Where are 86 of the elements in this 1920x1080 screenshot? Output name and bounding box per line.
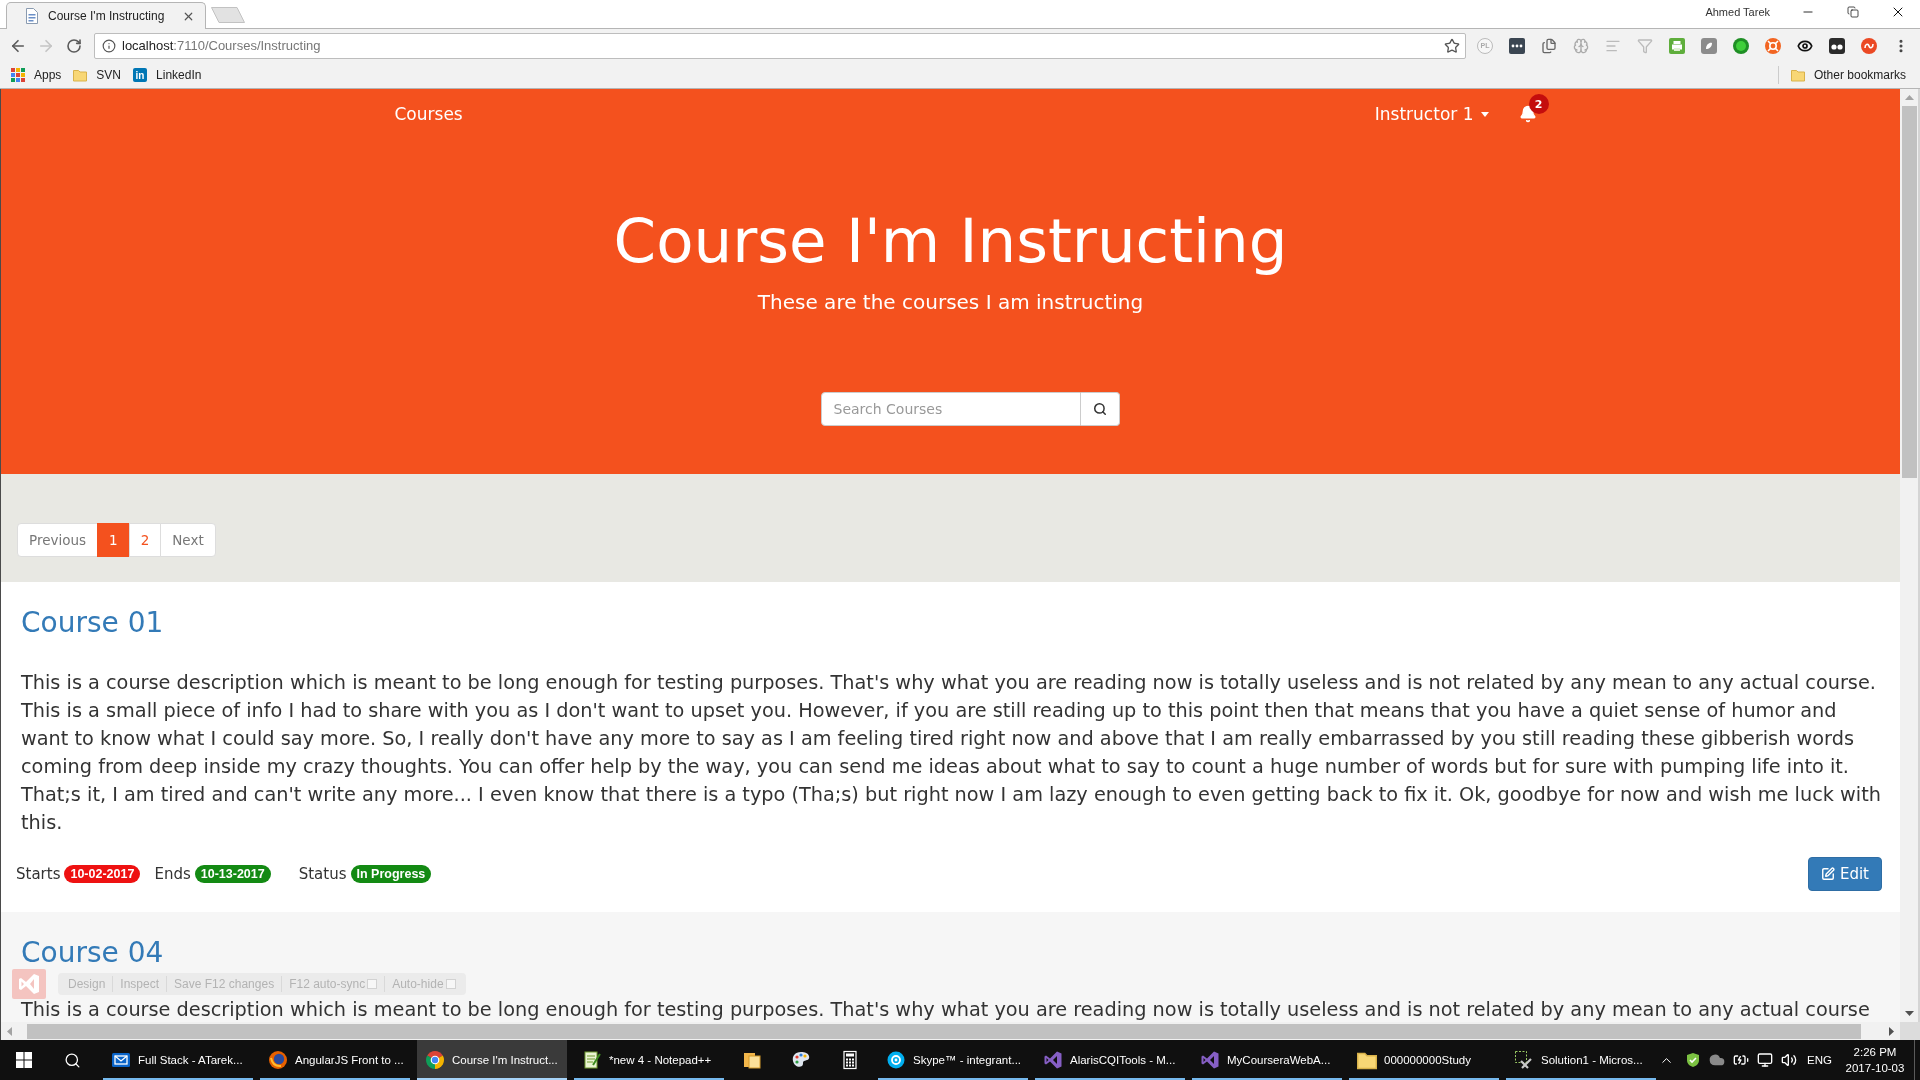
scrollbar-thumb[interactable] bbox=[1901, 106, 1917, 478]
page-title: Course I'm Instructing bbox=[612, 206, 1289, 276]
folder-icon bbox=[1790, 68, 1805, 82]
taskbar-item[interactable]: MyCourseraWebA... bbox=[1192, 1040, 1342, 1080]
date-pill: 10-13-2017 bbox=[194, 865, 271, 883]
bookmark[interactable]: in LinkedIn bbox=[127, 64, 208, 86]
bell-icon[interactable] bbox=[1518, 105, 1537, 123]
notification-count: 2 bbox=[1528, 94, 1549, 114]
tools-icon bbox=[1514, 1050, 1534, 1070]
profile-name[interactable]: Ahmed Tarek bbox=[1705, 6, 1770, 18]
date-label: Starts bbox=[16, 865, 61, 883]
scroll-right-arrow-icon[interactable] bbox=[1889, 1026, 1894, 1036]
shield-icon[interactable] bbox=[1685, 1052, 1702, 1068]
printer-icon[interactable] bbox=[1669, 37, 1685, 54]
search-icon bbox=[1092, 402, 1107, 416]
taskbar-item[interactable]: 000000000Study bbox=[1349, 1040, 1499, 1080]
folder-icon bbox=[1357, 1050, 1377, 1070]
browser-icon bbox=[425, 1050, 445, 1070]
date-label: Ends bbox=[154, 865, 191, 883]
taskbar-item[interactable]: AlarisCQITools - M... bbox=[1035, 1040, 1185, 1080]
status-label: Status bbox=[298, 865, 347, 883]
logo-tile: in bbox=[133, 68, 148, 82]
copy-icon[interactable] bbox=[1541, 37, 1557, 54]
course-title[interactable]: Course 04 bbox=[21, 938, 1882, 968]
notepad-icon bbox=[582, 1050, 602, 1070]
page-link[interactable]: Next bbox=[160, 523, 216, 557]
status-pill: In Progress bbox=[350, 865, 432, 883]
ribbon-logo-icon bbox=[12, 969, 46, 999]
reload-icon[interactable] bbox=[66, 37, 82, 54]
mail-icon bbox=[111, 1050, 131, 1070]
dots-tile-icon[interactable] bbox=[1509, 37, 1525, 54]
taskbar-item[interactable]: Full Stack - ATarek... bbox=[103, 1040, 253, 1080]
browser-tab[interactable]: Course I'm Instructing bbox=[6, 2, 206, 29]
info-icon[interactable] bbox=[102, 38, 116, 53]
window-panes-icon bbox=[16, 1052, 32, 1068]
search-button[interactable] bbox=[1080, 392, 1120, 426]
language-indicator[interactable]: ENG bbox=[1807, 1054, 1832, 1066]
caret-icon bbox=[1480, 111, 1489, 117]
battery-icon[interactable] bbox=[1733, 1052, 1750, 1068]
scroll-down-arrow-icon[interactable] bbox=[1904, 1011, 1914, 1016]
palette-icon bbox=[791, 1050, 811, 1070]
lifebuoy-icon[interactable] bbox=[1765, 37, 1781, 54]
address-field[interactable]: localhost:7110/Courses/Instructing bbox=[94, 32, 1466, 59]
date-pill: 10-02-2017 bbox=[64, 865, 141, 883]
page-link[interactable]: Previous bbox=[17, 523, 99, 557]
edit-button[interactable]: Edit bbox=[1807, 857, 1882, 891]
bookmark[interactable]: Other bookmarks bbox=[1784, 64, 1920, 86]
calculator-icon bbox=[840, 1050, 860, 1070]
globe-icon bbox=[268, 1050, 288, 1070]
url-text: localhost:7110/Courses/Instructing bbox=[122, 38, 322, 53]
ribbon-logo-icon bbox=[1043, 1050, 1063, 1070]
volume-icon[interactable] bbox=[1781, 1052, 1798, 1068]
ribbon-logo-icon bbox=[1200, 1050, 1220, 1070]
bookmark[interactable]: Apps bbox=[5, 64, 68, 86]
tile-icon[interactable] bbox=[1701, 37, 1717, 54]
checkbox[interactable] bbox=[367, 979, 378, 989]
clock-date[interactable]: 2017-10-03 bbox=[1845, 1061, 1905, 1075]
ball-icon[interactable] bbox=[1733, 37, 1749, 54]
glasses-icon[interactable] bbox=[1829, 37, 1845, 54]
course-description: This is a course description which is meant to be long enough for testing purposes. That's why what you are reading now is totally useless and is not related by any mean to any actual course. This is a small piece of info I had to share with you as I don't want to upset you. However, if you are still reading up to this point then that means that you have a quiet sense of humor and want to know what I could say more. So, I really don't have any more to say as I am feeling tired right now and above that I am really embarrassed by you still reading these gibberish words coming from deep inside my crazy thoughts. You can offer help by the way, you can send me ideas about what to say to count a huge number of words but for sure with pumping life into it. That;s it, I am tired and can't write any more... I even know that there is a typo (Tha;s) but right now I am lazy enough to even getting back to fix it. Ok, goodbye for now and wish me luck with this. bbox=[21, 670, 1882, 836]
apps-grid-icon bbox=[11, 68, 25, 82]
search-icon bbox=[63, 1051, 81, 1069]
document-icon bbox=[25, 8, 39, 24]
vertical-scrollbar[interactable] bbox=[1900, 89, 1920, 1022]
taskbar-item[interactable]: Solution1 - Micros... bbox=[1506, 1040, 1656, 1080]
edit-icon bbox=[1820, 867, 1835, 881]
cloud-icon[interactable] bbox=[1709, 1052, 1726, 1068]
restore-icon[interactable] bbox=[1846, 6, 1859, 18]
checkbox[interactable] bbox=[445, 979, 456, 989]
course-description: This is a course description which is meant to be long enough for testing purposes. That's why what you are reading now is totally useless and is not related by any mean to any actual course bbox=[21, 999, 1871, 1021]
swirl-icon[interactable] bbox=[1861, 37, 1877, 54]
bookmark[interactable]: SVN bbox=[67, 64, 128, 86]
star-icon[interactable] bbox=[1444, 37, 1460, 54]
course-title[interactable]: Course 01 bbox=[21, 608, 1882, 638]
search-field[interactable]: Search Courses bbox=[820, 392, 1081, 426]
scrollbar-corner bbox=[1900, 1022, 1920, 1040]
files-icon bbox=[742, 1050, 762, 1070]
bubble-logo-icon bbox=[886, 1050, 906, 1070]
taskbar-item[interactable]: AngularJS Front to ... bbox=[260, 1040, 410, 1080]
page-subtitle: These are the courses I am instructing bbox=[756, 290, 1145, 314]
network-icon[interactable] bbox=[1757, 1052, 1774, 1068]
folder-icon bbox=[73, 68, 88, 82]
taskbar-item[interactable]: Course I'm Instruct... bbox=[417, 1040, 567, 1080]
taskbar-item[interactable]: *new 4 - Notepad++ bbox=[574, 1040, 724, 1080]
clock-time[interactable]: 2:26 PM bbox=[1853, 1045, 1897, 1059]
taskbar-item[interactable]: Skype™ - integrant... bbox=[878, 1040, 1028, 1080]
